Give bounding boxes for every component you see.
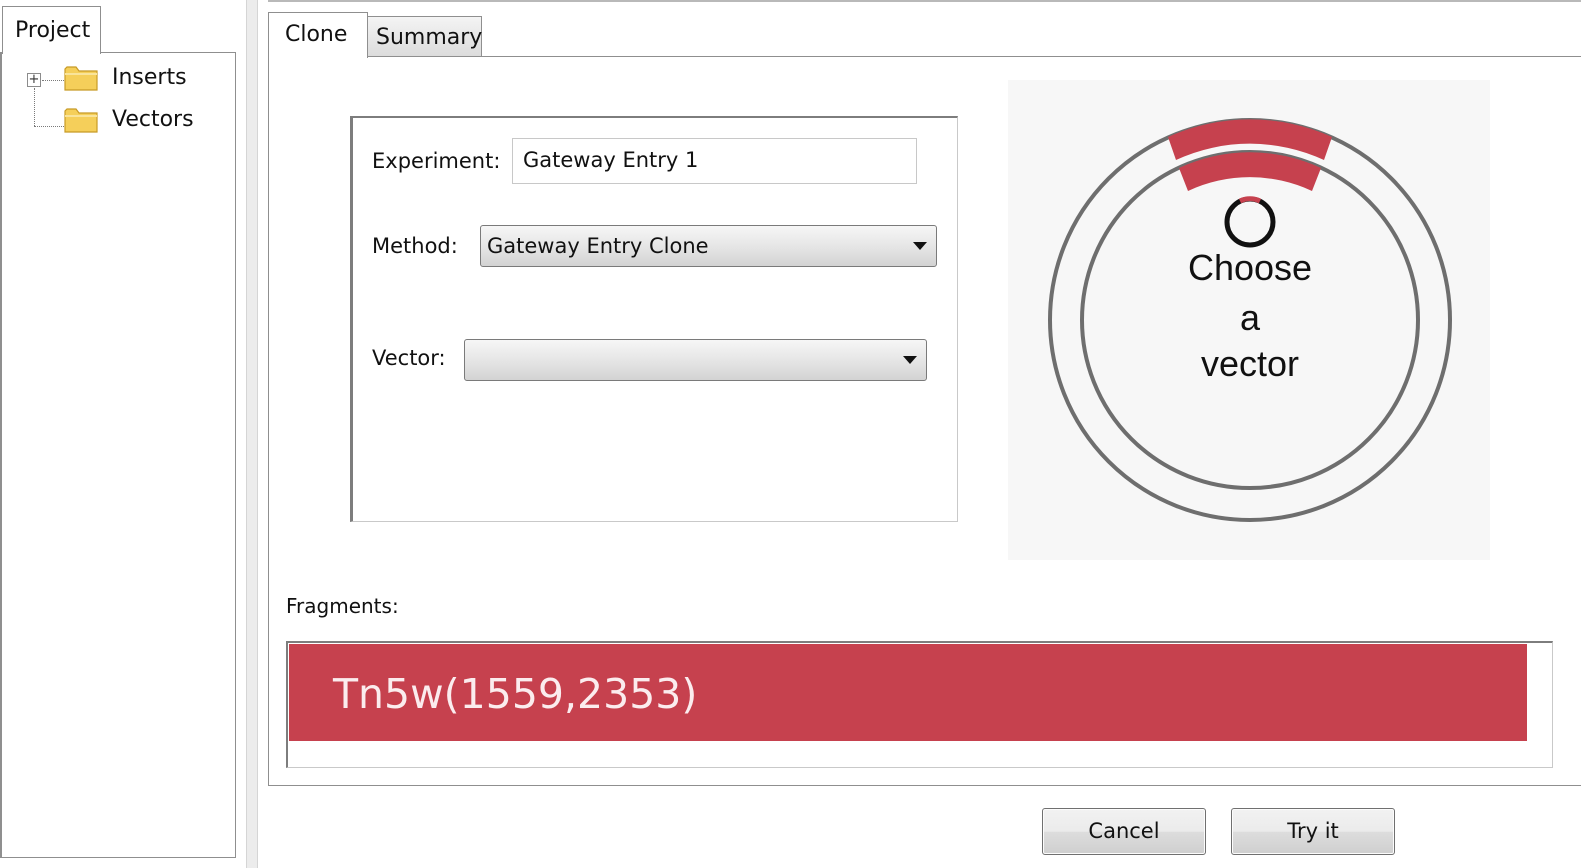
tab-project-label: Project: [15, 18, 91, 43]
origin-marker-accent: [1238, 196, 1262, 204]
tab-clone-label: Clone: [285, 22, 348, 47]
tree-connector: [42, 80, 64, 81]
tree-item-label: Inserts: [112, 65, 187, 90]
chevron-down-icon: [913, 242, 927, 250]
experiment-label: Experiment:: [372, 149, 501, 173]
plasmid-map-graphic: Choose a vector: [1048, 118, 1452, 522]
tab-summary-label: Summary: [376, 25, 483, 50]
tree-connector: [34, 126, 64, 127]
tree-item-vectors[interactable]: Vectors: [64, 104, 264, 140]
try-it-button-label: Try it: [1287, 819, 1339, 843]
origin-marker: [1224, 196, 1276, 248]
method-label: Method:: [372, 234, 458, 258]
fragments-label: Fragments:: [286, 594, 399, 618]
fragment-label: Tn5w(1559,2353): [333, 670, 698, 718]
window-edge: [268, 0, 1581, 2]
tree-item-label: Vectors: [112, 107, 194, 132]
tree-item-inserts[interactable]: Inserts: [64, 62, 264, 98]
fragment-item[interactable]: Tn5w(1559,2353): [289, 644, 1527, 741]
tab-clone[interactable]: Clone: [268, 12, 368, 58]
expand-icon[interactable]: +: [27, 73, 41, 87]
vector-label: Vector:: [372, 346, 446, 370]
vector-select[interactable]: [464, 339, 927, 381]
method-select[interactable]: Gateway Entry Clone: [480, 225, 937, 267]
experiment-value: Gateway Entry 1: [523, 148, 699, 172]
folder-icon: [64, 108, 98, 133]
map-prompt-line2: a: [1240, 297, 1261, 338]
cancel-button[interactable]: Cancel: [1042, 808, 1206, 855]
tab-summary[interactable]: Summary: [367, 16, 482, 56]
tab-project[interactable]: Project: [2, 6, 101, 54]
chevron-down-icon: [903, 356, 917, 364]
tree-connector: [34, 88, 35, 126]
try-it-button[interactable]: Try it: [1231, 808, 1395, 855]
map-prompt-line1: Choose: [1188, 247, 1312, 288]
folder-icon: [64, 66, 98, 91]
project-tree: [0, 52, 236, 858]
map-prompt-line3: vector: [1201, 343, 1299, 384]
panel-splitter[interactable]: [246, 0, 258, 868]
vector-map[interactable]: Choose a vector: [1008, 80, 1490, 560]
cancel-button-label: Cancel: [1088, 819, 1160, 843]
experiment-field[interactable]: Gateway Entry 1: [512, 138, 917, 184]
method-value: Gateway Entry Clone: [487, 234, 709, 258]
